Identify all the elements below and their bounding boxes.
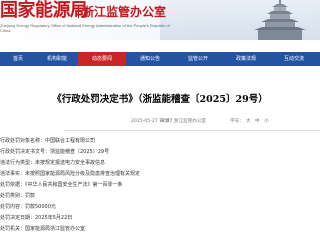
title-divider — [78, 6, 79, 18]
article-line: 行政处罚决定书文号：浙监能稽查〔2025〕29号 — [0, 149, 110, 155]
article-line: 处罚决定日期：2025年5月22日 — [0, 215, 73, 221]
main-nav: 首页 机构职能 动态要闻 通知公告 监管公开 政策法规 互动交流 — [0, 52, 320, 66]
article-line: 处罚依据：《中华人民共和国安全生产法》第一百零一条 — [0, 182, 123, 188]
font-size-label: 字号： — [230, 119, 244, 124]
nav-policies[interactable]: 政策法规 — [222, 52, 270, 66]
nav-home[interactable]: 首页 — [0, 52, 36, 66]
article-line: 处罚内容：罚款50000元 — [0, 204, 56, 210]
nav-interaction[interactable]: 互动交流 — [270, 52, 318, 66]
site-header-banner: 国家能源局 浙江监管办公室 Zhejiang Energy Regulatory… — [0, 0, 320, 40]
article-meta: 2025-05-27 17:47 来源：浙江监管办公室 字号： 大 中 小 — [0, 118, 320, 126]
pagoda-icon — [254, 0, 306, 40]
article-line: 处罚机关：国家能源局浙江监管办公室 — [0, 226, 86, 232]
font-size-medium-button[interactable]: 中 — [255, 118, 260, 126]
font-size-small-button[interactable]: 小 — [264, 118, 269, 126]
office-name: 浙江监管办公室 — [82, 5, 167, 19]
article-source: 来源：浙江监管办公室 — [160, 119, 206, 124]
article-title: 《行政处罚决定书》（浙监能稽查〔2025〕29号） — [52, 94, 268, 105]
article-line: 违法行为类型：未按规定报送电力安全事故信息 — [0, 160, 106, 166]
nav-news[interactable]: 动态要闻 — [78, 52, 126, 66]
site-title: 国家能源局 — [0, 0, 88, 21]
page: 国家能源局 浙江监管办公室 Zhejiang Energy Regulatory… — [0, 0, 320, 240]
nav-about[interactable]: 机构职能 — [36, 52, 78, 66]
nav-notices[interactable]: 通知公告 — [126, 52, 174, 66]
article-line: 违法事实：未按照国家能源局风险分级及隐患排查治理有关规定 — [0, 171, 141, 177]
article-line: 行政处罚对象名称：中国联合工程有限公司 — [0, 138, 96, 144]
nav-regulation[interactable]: 监管公开 — [174, 52, 222, 66]
site-subtitle: Zhejiang Energy Regulatory Office of Nat… — [0, 23, 170, 33]
article-line: 处罚类别：罚款 — [0, 193, 36, 199]
font-size-large-button[interactable]: 大 — [246, 118, 251, 126]
meta-divider — [64, 130, 320, 131]
